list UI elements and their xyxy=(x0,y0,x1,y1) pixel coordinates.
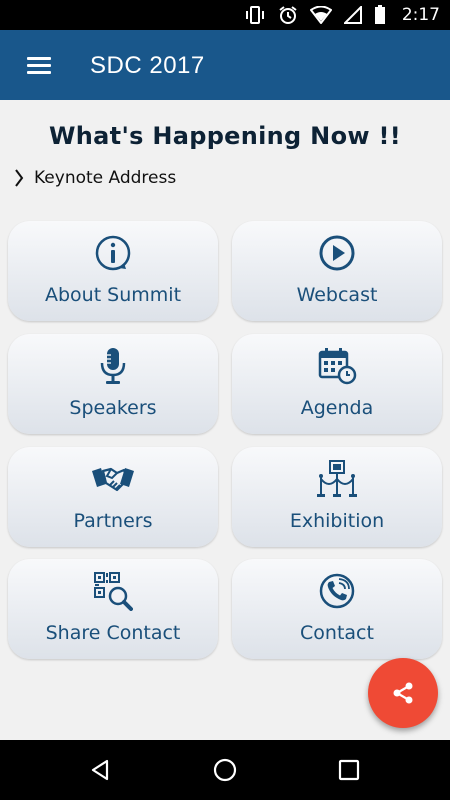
contact-tile[interactable]: Contact xyxy=(232,559,442,659)
nav-home-button[interactable] xyxy=(195,740,255,800)
battery-icon xyxy=(374,5,385,24)
share-contact-tile[interactable]: Share Contact xyxy=(8,559,218,659)
app-bar: SDC 2017 xyxy=(0,30,450,100)
tile-label: About Summit xyxy=(44,284,182,306)
menu-button[interactable] xyxy=(16,44,62,86)
tile-label: Agenda xyxy=(300,397,374,419)
info-icon xyxy=(95,235,131,271)
share-icon xyxy=(393,682,413,704)
chevron-right-icon xyxy=(15,169,24,187)
cell-signal-icon xyxy=(343,6,362,24)
happening-heading: What's Happening Now !! xyxy=(49,122,401,150)
tile-label: Contact xyxy=(300,622,374,644)
vibrate-icon xyxy=(245,6,264,24)
tile-label: Speakers xyxy=(69,397,157,419)
tile-label: Exhibition xyxy=(289,510,385,532)
share-fab[interactable] xyxy=(368,658,438,728)
nav-back-button[interactable] xyxy=(70,740,130,800)
system-nav-bar xyxy=(0,740,450,800)
partners-tile[interactable]: Partners xyxy=(8,447,218,547)
happening-item-label: Keynote Address xyxy=(34,168,177,188)
about-summit-tile[interactable]: About Summit xyxy=(8,221,218,321)
speakers-tile[interactable]: Speakers xyxy=(8,334,218,434)
calendar-clock-icon xyxy=(318,348,357,385)
nav-recents-button[interactable] xyxy=(319,740,379,800)
exhibit-stand-icon xyxy=(317,460,357,497)
play-icon xyxy=(319,235,355,271)
tile-label: Share Contact xyxy=(45,622,181,644)
tile-label: Webcast xyxy=(296,284,378,306)
app-title: SDC 2017 xyxy=(90,52,205,79)
hamburger-menu-icon xyxy=(27,57,51,74)
microphone-icon xyxy=(100,348,126,384)
handshake-icon xyxy=(92,467,134,492)
back-triangle-icon xyxy=(91,759,109,781)
wifi-icon xyxy=(309,6,332,24)
status-clock: 2:17 xyxy=(401,5,440,25)
alarm-icon xyxy=(279,6,297,24)
recents-square-icon xyxy=(338,759,360,781)
qr-search-icon xyxy=(94,572,133,611)
exhibition-tile[interactable]: Exhibition xyxy=(232,447,442,547)
tile-label: Partners xyxy=(73,510,153,532)
webcast-tile[interactable]: Webcast xyxy=(232,221,442,321)
agenda-tile[interactable]: Agenda xyxy=(232,334,442,434)
happening-item[interactable]: Keynote Address xyxy=(14,164,176,192)
home-circle-icon xyxy=(213,758,237,782)
status-bar: 2:17 xyxy=(0,0,450,30)
phone-icon xyxy=(319,573,355,609)
